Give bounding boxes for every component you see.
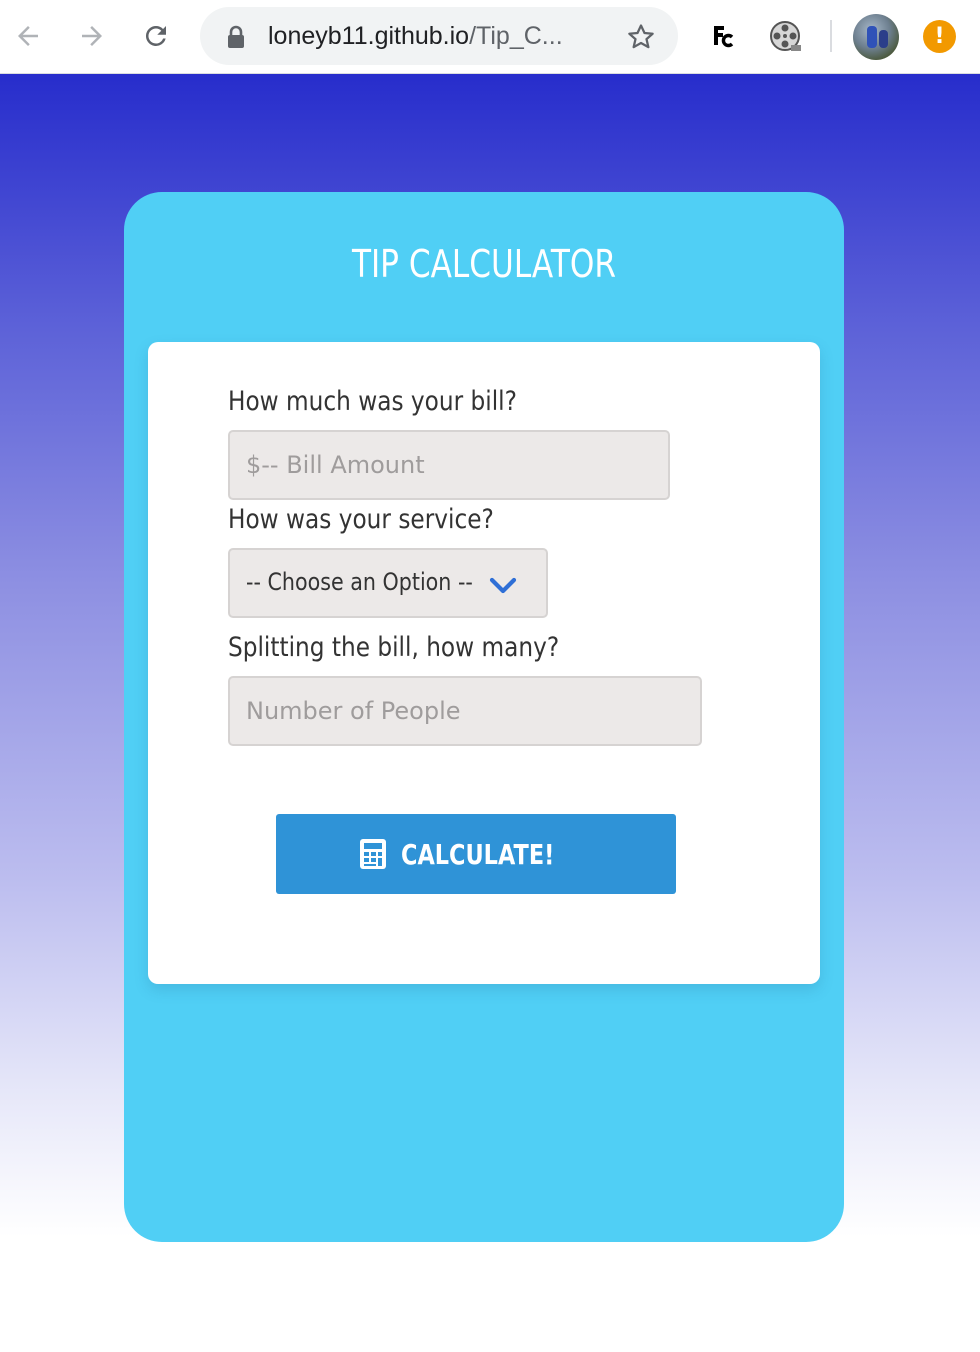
forward-button[interactable] xyxy=(75,13,109,59)
star-icon[interactable] xyxy=(626,22,656,52)
film-reel-extension-icon[interactable] xyxy=(765,16,805,56)
arrow-right-icon xyxy=(82,26,102,46)
bill-amount-input[interactable] xyxy=(228,430,670,500)
form-panel: How much was your bill? How was your ser… xyxy=(148,342,820,984)
update-alert-icon[interactable]: ! xyxy=(923,20,956,53)
service-label: How was your service? xyxy=(228,504,494,535)
url-host: loneyb11.github.io xyxy=(268,22,470,50)
calculate-button-label: CALCULATE! xyxy=(401,837,555,871)
fc-extension-icon[interactable] xyxy=(702,16,742,56)
toolbar-divider xyxy=(830,20,832,52)
url-text: loneyb11.github.io/Tip_C... xyxy=(268,21,563,51)
url-path: /Tip_C... xyxy=(469,22,563,50)
bill-label: How much was your bill? xyxy=(228,386,517,417)
service-selected-option: -- Choose an Option -- xyxy=(246,568,473,596)
people-count-input[interactable] xyxy=(228,676,702,746)
reload-button[interactable] xyxy=(139,13,173,59)
fc-logo-icon xyxy=(714,26,734,48)
page-title: TIP CALCULATOR xyxy=(351,242,617,286)
calculator-icon xyxy=(360,839,387,869)
calculate-button[interactable]: CALCULATE! xyxy=(276,814,676,894)
browser-toolbar: loneyb11.github.io/Tip_C... ! xyxy=(0,0,980,74)
alert-symbol: ! xyxy=(934,24,945,49)
arrow-left-icon xyxy=(18,26,38,46)
chevron-down-icon xyxy=(489,577,517,594)
film-reel-icon xyxy=(770,21,801,51)
address-bar[interactable]: loneyb11.github.io/Tip_C... xyxy=(200,7,678,65)
service-select[interactable]: -- Choose an Option -- xyxy=(228,548,548,618)
page-background: TIP CALCULATOR How much was your bill? H… xyxy=(0,74,980,1352)
calculator-card: TIP CALCULATOR How much was your bill? H… xyxy=(124,192,844,1242)
reload-icon xyxy=(145,25,166,46)
profile-avatar[interactable] xyxy=(853,14,899,60)
people-label: Splitting the bill, how many? xyxy=(228,632,560,663)
lock-icon xyxy=(228,25,244,48)
back-button[interactable] xyxy=(11,13,45,59)
